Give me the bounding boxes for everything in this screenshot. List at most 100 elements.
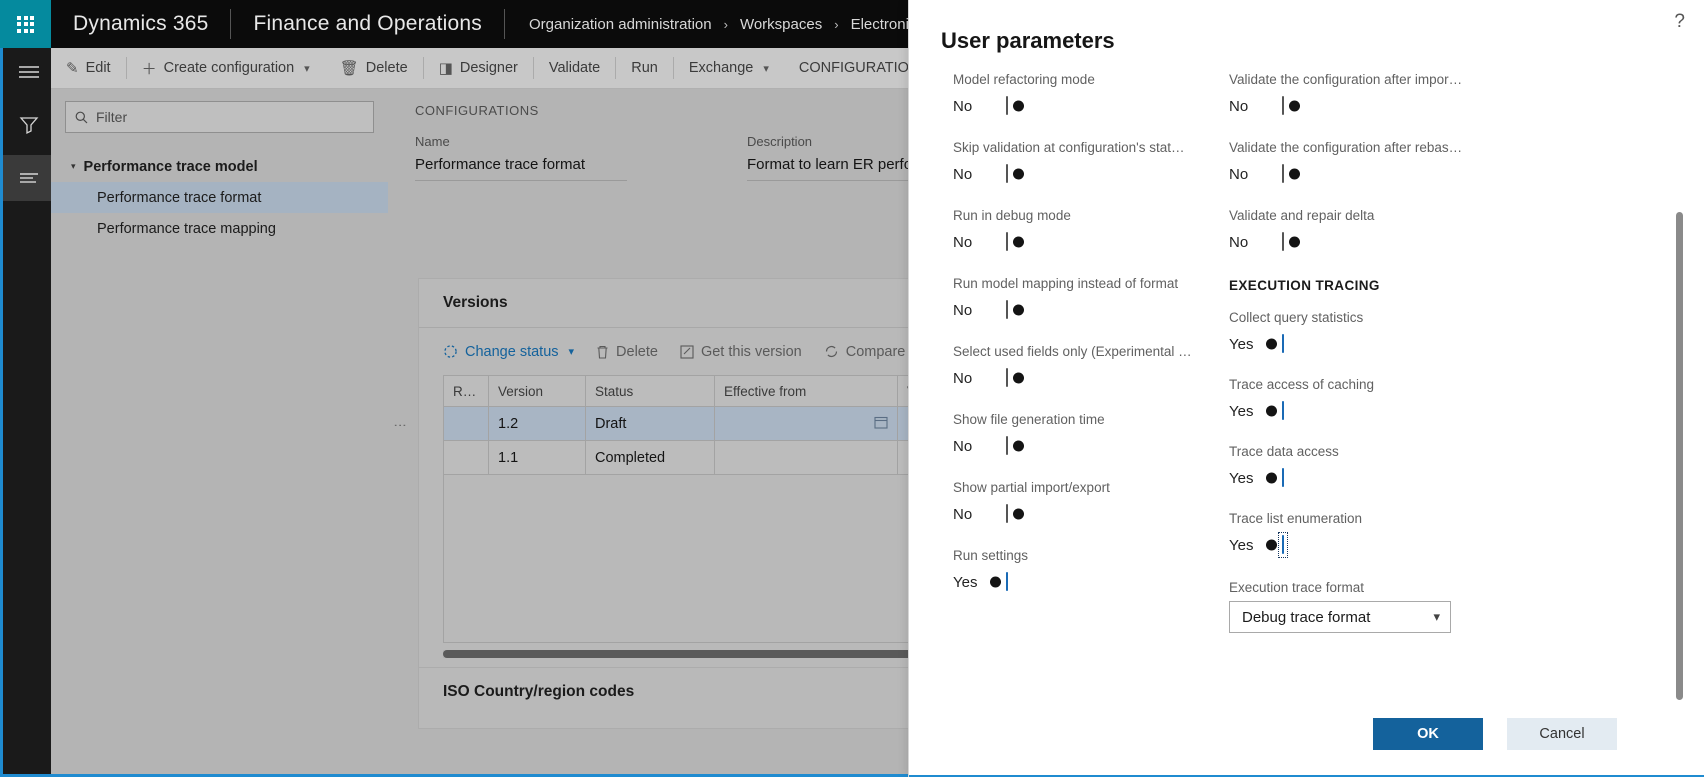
splitter-handle[interactable]: ⋮	[393, 419, 408, 431]
toggle-run-settings[interactable]	[990, 572, 1008, 591]
breadcrumb-item-0[interactable]: Organization administration	[529, 16, 712, 33]
ok-button[interactable]: OK	[1373, 718, 1483, 750]
command-label: Designer	[459, 60, 518, 76]
command-edit[interactable]: ✎ Edit	[51, 48, 126, 88]
param-label: Collect query statistics	[1229, 310, 1364, 325]
configuration-tree: ▾ Performance trace model Performance tr…	[51, 151, 388, 244]
param-model-refactoring-mode: Model refactoring mode No	[953, 72, 1273, 119]
param-trace-list-enumeration: Trace list enumeration Yes	[1229, 511, 1549, 558]
chevron-right-icon: ›	[834, 16, 839, 32]
toggle-wrapper[interactable]	[1002, 229, 1024, 255]
brand-title[interactable]: Dynamics 365	[51, 0, 230, 48]
param-state: No	[953, 369, 973, 387]
hamburger-menu-button[interactable]	[3, 48, 54, 95]
toggle-wrapper[interactable]	[1278, 93, 1300, 119]
column-header-r[interactable]: R…	[443, 375, 489, 407]
chevron-down-icon[interactable]: ▾	[1433, 609, 1440, 625]
param-select-used-fields-only: Select used fields only (Experimental … …	[953, 344, 1273, 391]
plus-icon: ＋	[141, 60, 157, 78]
delete-version-button[interactable]: Delete	[596, 344, 680, 360]
toggle-select-used-fields-only[interactable]	[1006, 368, 1024, 387]
param-state: No	[953, 437, 973, 455]
command-designer[interactable]: ◨ Designer	[424, 48, 533, 88]
param-label: Trace data access	[1229, 444, 1339, 459]
cell-effective-from[interactable]	[714, 440, 898, 475]
toggle-validate-after-rebase[interactable]	[1282, 164, 1300, 183]
name-label: Name	[415, 134, 450, 149]
select-value: Debug trace format	[1242, 608, 1371, 626]
command-create-configuration[interactable]: ＋ Create configuration ▾	[127, 48, 325, 88]
get-this-version-button[interactable]: Get this version	[680, 344, 824, 360]
change-status-button[interactable]: Change status ▾	[443, 344, 596, 360]
param-label: Show file generation time	[953, 412, 1105, 427]
cell-effective-from[interactable]	[714, 406, 898, 441]
param-skip-validation: Skip validation at configuration's stat……	[953, 140, 1273, 187]
refresh-dotted-icon	[444, 345, 457, 358]
filter-input[interactable]: Filter	[65, 101, 374, 133]
toggle-trace-data-access[interactable]	[1266, 468, 1284, 487]
command-delete[interactable]: 🗑 Delete	[325, 48, 423, 88]
toggle-run-in-debug-mode[interactable]	[1006, 232, 1024, 251]
command-exchange[interactable]: Exchange ▾	[674, 48, 784, 88]
trash-icon: 🗑	[339, 60, 359, 77]
chevron-right-icon: ›	[723, 16, 728, 32]
list-icon	[19, 173, 38, 183]
expand-triangle-icon[interactable]: ▾	[71, 161, 76, 172]
app-launcher-button[interactable]	[0, 0, 51, 48]
param-state: Yes	[1229, 335, 1254, 353]
tree-node-label: Performance trace format	[97, 189, 262, 206]
cell-status: Draft	[585, 406, 715, 441]
execution-trace-format-select[interactable]: Debug trace format ▾	[1229, 601, 1451, 633]
param-state: No	[1229, 97, 1249, 115]
dialog-scrollbar[interactable]	[1676, 212, 1683, 700]
configuration-list-pane: Filter ▾ Performance trace model Perform…	[51, 89, 388, 777]
command-label: Exchange	[688, 60, 754, 76]
execution-trace-format-group: Execution trace format Debug trace forma…	[1229, 580, 1549, 633]
toggle-wrapper[interactable]	[1002, 297, 1024, 323]
param-state: No	[1229, 165, 1249, 183]
tree-node-performance-trace-mapping[interactable]: Performance trace mapping	[51, 213, 388, 244]
toggle-wrapper[interactable]	[990, 569, 1012, 595]
toggle-skip-validation[interactable]	[1006, 164, 1024, 183]
toggle-trace-list-enumeration[interactable]	[1266, 535, 1284, 554]
toggle-run-model-mapping[interactable]	[1006, 300, 1024, 319]
filter-button[interactable]	[3, 95, 54, 155]
tree-node-performance-trace-format[interactable]: Performance trace format	[51, 182, 388, 213]
param-label: Run in debug mode	[953, 208, 1071, 223]
command-run[interactable]: Run	[616, 48, 673, 88]
toggle-wrapper[interactable]	[1002, 161, 1024, 187]
help-icon[interactable]: ?	[1674, 12, 1685, 31]
tool-label: Get this version	[700, 343, 802, 360]
breadcrumb-item-1[interactable]: Workspaces	[740, 16, 822, 33]
product-title[interactable]: Finance and Operations	[231, 0, 504, 48]
toggle-wrapper-focused[interactable]	[1266, 532, 1288, 558]
toggle-validate-after-import[interactable]	[1282, 96, 1300, 115]
command-validate[interactable]: Validate	[534, 48, 615, 88]
toggle-wrapper[interactable]	[1002, 433, 1024, 459]
left-navigation-rail	[0, 48, 54, 777]
column-header-effective-from[interactable]: Effective from	[714, 375, 898, 407]
dialog-footer: OK Cancel	[909, 700, 1704, 777]
toggle-wrapper[interactable]	[1266, 398, 1288, 424]
column-header-version[interactable]: Version	[488, 375, 586, 407]
param-trace-access-of-caching: Trace access of caching Yes	[1229, 377, 1549, 424]
cancel-button[interactable]: Cancel	[1507, 718, 1617, 750]
name-field-group: Name Performance trace format	[415, 134, 627, 181]
toggle-wrapper[interactable]	[1266, 465, 1288, 491]
name-value[interactable]: Performance trace format	[415, 156, 627, 181]
toggle-show-file-generation-time[interactable]	[1006, 436, 1024, 455]
toggle-model-refactoring-mode[interactable]	[1006, 96, 1024, 115]
tree-node-performance-trace-model[interactable]: ▾ Performance trace model	[51, 151, 388, 182]
toggle-validate-and-repair-delta[interactable]	[1282, 232, 1300, 251]
toggle-trace-access-of-caching[interactable]	[1266, 401, 1284, 420]
toggle-wrapper[interactable]	[1278, 229, 1300, 255]
toggle-wrapper[interactable]	[1002, 501, 1024, 527]
toggle-show-partial-import-export[interactable]	[1006, 504, 1024, 523]
toggle-wrapper[interactable]	[1002, 365, 1024, 391]
list-button[interactable]	[3, 155, 54, 201]
toggle-wrapper[interactable]	[1278, 161, 1300, 187]
toggle-wrapper[interactable]	[1002, 93, 1024, 119]
column-header-status[interactable]: Status	[585, 375, 715, 407]
toggle-wrapper[interactable]	[1266, 331, 1288, 357]
toggle-collect-query-statistics[interactable]	[1266, 334, 1284, 353]
